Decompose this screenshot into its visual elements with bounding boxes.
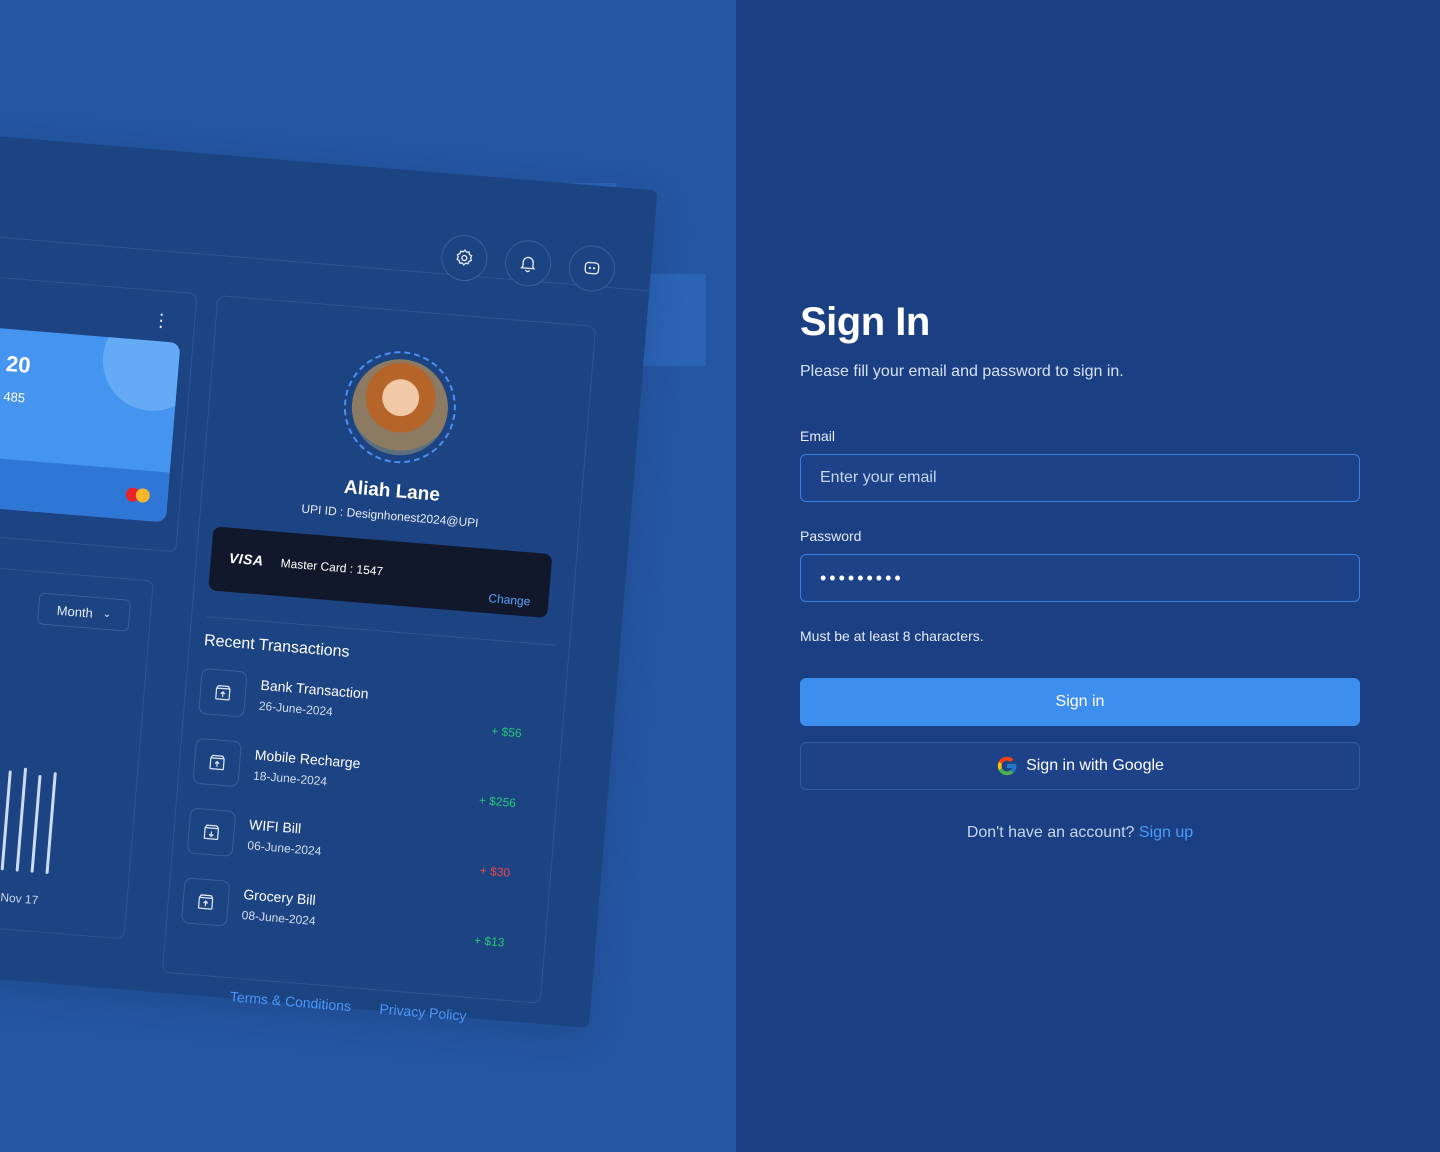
download-box-icon <box>186 807 237 858</box>
signin-button[interactable]: Sign in <box>800 678 1360 726</box>
email-label: Email <box>800 428 836 444</box>
signin-panel: Sign In Please fill your email and passw… <box>736 0 1440 1152</box>
transaction-row[interactable]: Mobile Recharge 18-June-2024 + $256 <box>192 737 535 816</box>
recent-transactions-title: Recent Transactions <box>203 632 351 661</box>
transaction-amount: + $30 <box>479 863 511 880</box>
profile-widget: Aliah Lane UPI ID : Designhonest2024@UPI… <box>161 294 597 1004</box>
chat-icon <box>584 261 600 275</box>
terms-link[interactable]: Terms & Conditions <box>229 988 351 1014</box>
x-tick-label: Nov 17 <box>0 890 39 908</box>
spending-chart-widget: Month ⌄ 16 Nov 17 <box>0 561 154 940</box>
privacy-link[interactable]: Privacy Policy <box>379 1001 467 1024</box>
transaction-date: 08-June-2024 <box>241 908 317 929</box>
transaction-date: 18-June-2024 <box>252 768 328 789</box>
transaction-name: Grocery Bill <box>242 886 317 908</box>
transaction-amount: + $56 <box>490 723 523 741</box>
card-balance: 20 <box>5 350 32 378</box>
more-options-icon[interactable]: ⋮ <box>151 310 171 331</box>
chart-bar <box>30 774 42 873</box>
notifications-button[interactable] <box>503 238 553 289</box>
mastercard-logo-icon <box>125 487 151 504</box>
avatar <box>339 346 461 468</box>
google-signin-button[interactable]: Sign in with Google <box>800 742 1360 790</box>
transaction-name: Mobile Recharge <box>254 746 362 772</box>
google-logo-icon <box>997 756 1017 776</box>
transaction-row[interactable]: Grocery Bill 08-June-2024 + $13 <box>180 877 524 955</box>
transaction-amount: + $13 <box>473 933 505 950</box>
dashboard-preview-panel: ⋮ 20 485 Month ⌄ Nov 17 Aliah Lane UPI I… <box>0 0 736 1152</box>
password-label: Password <box>800 528 862 544</box>
transaction-amount: + $256 <box>478 793 517 811</box>
upload-box-icon <box>180 877 231 927</box>
gear-icon <box>456 249 473 266</box>
transaction-date: 26-June-2024 <box>258 698 334 719</box>
upload-box-icon <box>192 737 242 788</box>
card-number: 485 <box>2 388 26 406</box>
change-card-link[interactable]: Change <box>488 591 531 608</box>
dashboard-mockup: ⋮ 20 485 Month ⌄ Nov 17 Aliah Lane UPI I… <box>0 130 658 1028</box>
chevron-down-icon: ⌄ <box>102 608 112 620</box>
payment-card-label: Master Card : 1547 <box>280 556 384 579</box>
messages-button[interactable] <box>567 243 617 294</box>
transaction-row[interactable]: WIFI Bill 06-June-2024 + $30 <box>186 807 529 885</box>
chart-bar <box>45 772 57 875</box>
upload-box-icon <box>198 667 248 718</box>
bar-series <box>0 753 117 879</box>
settings-button[interactable] <box>439 233 490 283</box>
card-footer <box>0 452 170 523</box>
transaction-row[interactable]: Bank Transaction 26-June-2024 + $56 <box>198 667 541 746</box>
period-select-value: Month <box>56 602 94 621</box>
period-select[interactable]: Month ⌄ <box>36 592 132 632</box>
email-field[interactable]: Enter your email <box>800 454 1360 502</box>
header-divider <box>0 229 650 292</box>
signin-form: Sign In Please fill your email and passw… <box>800 300 1360 841</box>
transaction-name: Bank Transaction <box>260 676 370 702</box>
chart-bar <box>15 767 28 872</box>
no-account-text: Don't have an account? <box>966 824 1135 841</box>
password-field[interactable]: ••••••••• <box>800 554 1360 602</box>
payment-card: VISA Master Card : 1547 Change <box>208 526 553 619</box>
chart-bar <box>0 770 12 871</box>
transaction-date: 06-June-2024 <box>246 838 322 859</box>
visa-logo-icon: VISA <box>228 549 265 569</box>
signup-prompt: Don't have an account? Sign up <box>800 824 1360 842</box>
bank-card: 20 485 <box>0 322 181 523</box>
google-signin-label: Sign in with Google <box>1026 757 1164 774</box>
password-hint: Must be at least 8 characters. <box>800 628 984 644</box>
card-decor-circle <box>98 322 181 415</box>
signup-link[interactable]: Sign up <box>1139 824 1193 841</box>
bell-icon <box>520 256 536 273</box>
page-title: Sign In <box>800 300 930 344</box>
transaction-name: WIFI Bill <box>248 816 302 837</box>
card-widget: ⋮ 20 485 <box>0 272 198 553</box>
page-subtitle: Please fill your email and password to s… <box>800 363 1124 380</box>
